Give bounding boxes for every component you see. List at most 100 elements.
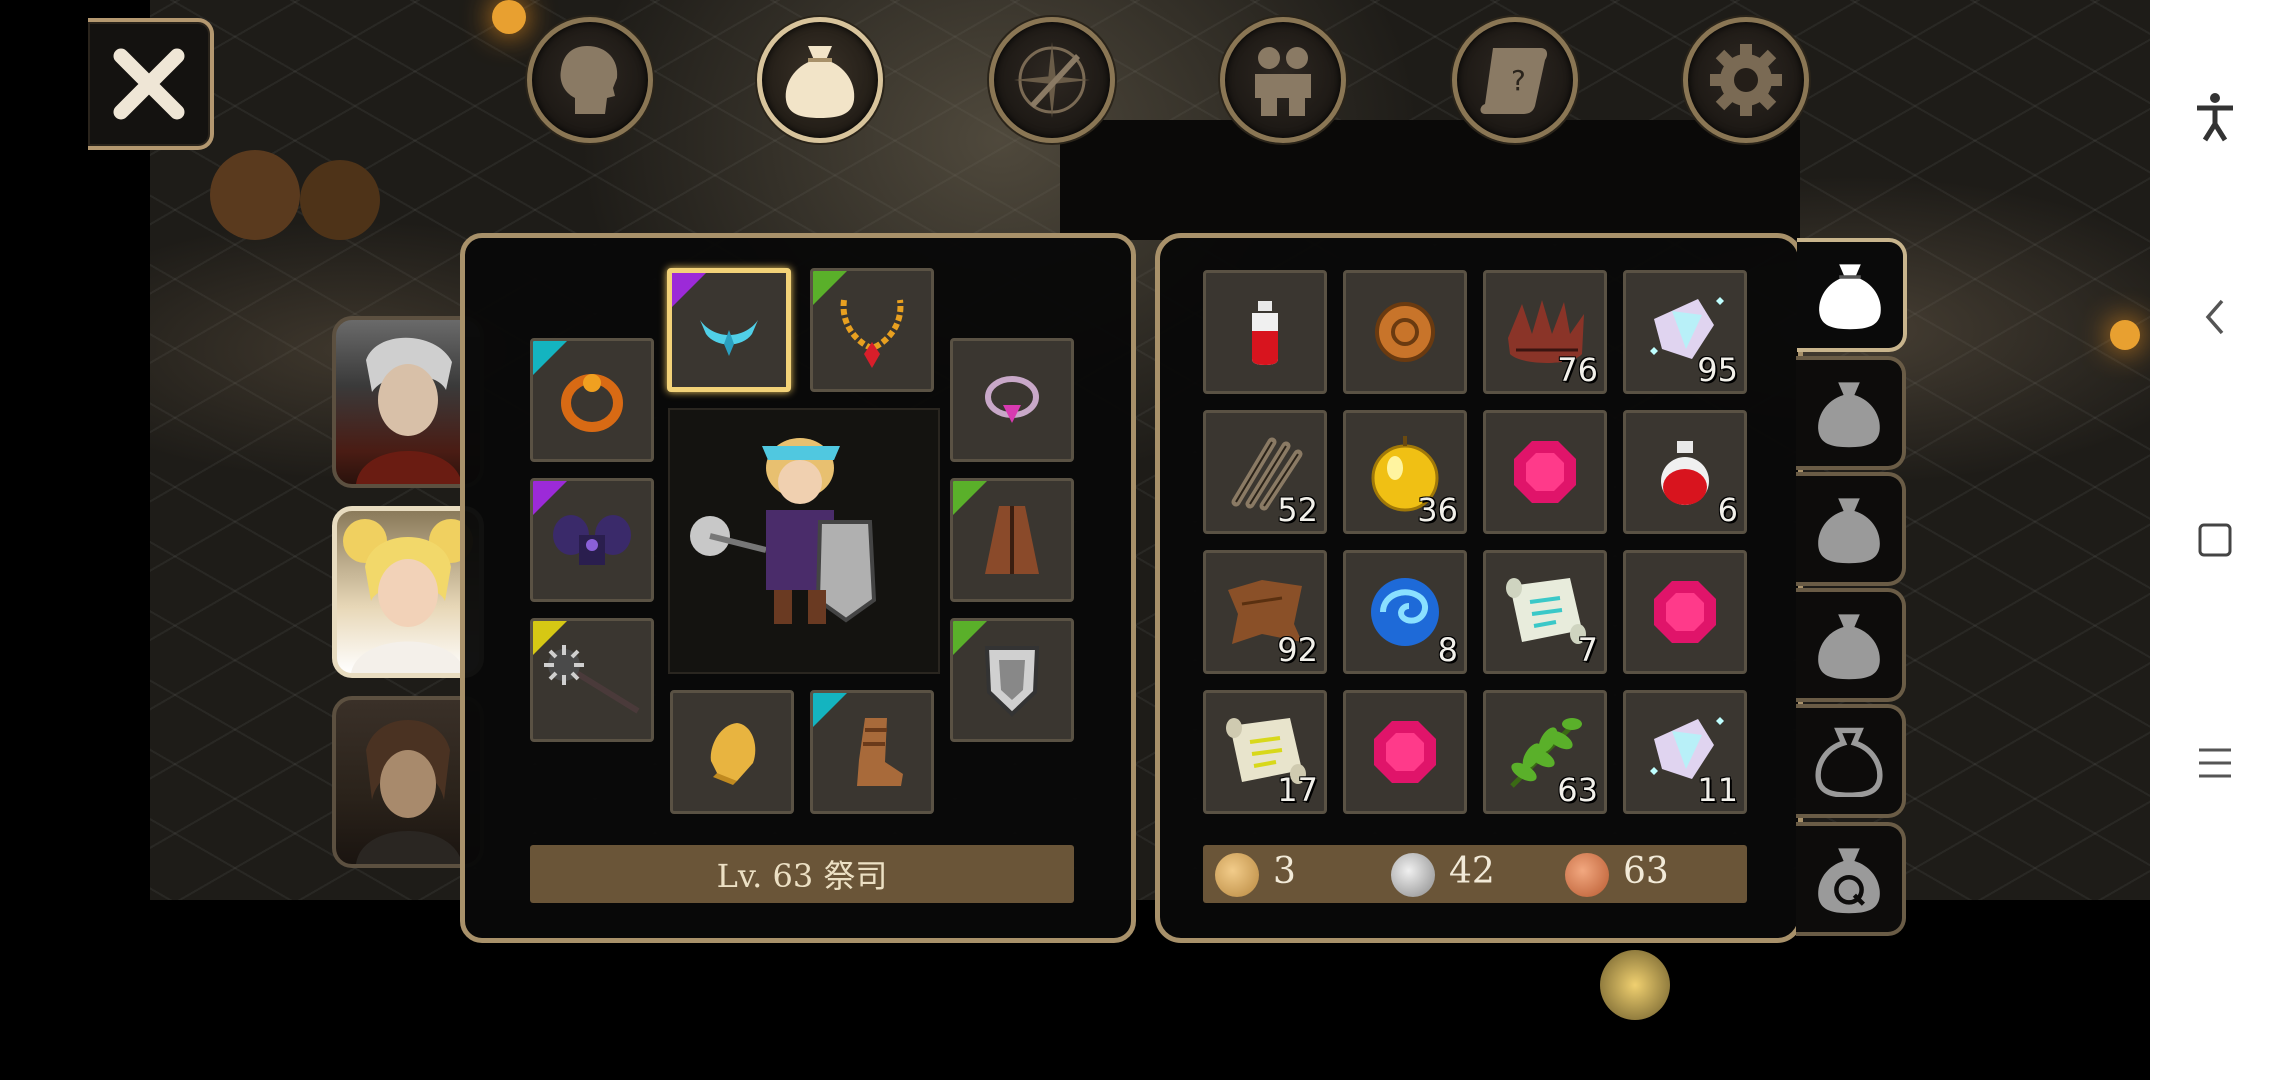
accessibility-icon[interactable] — [2180, 82, 2250, 152]
tier-marker-purple — [533, 481, 567, 515]
tier-marker-green — [953, 621, 987, 655]
boots-icon — [857, 718, 903, 786]
bag-tab-5[interactable] — [1796, 704, 1906, 818]
people-icon — [1255, 47, 1311, 116]
equip-slot-shield[interactable] — [950, 618, 1074, 742]
inventory-slot[interactable]: 36 — [1343, 410, 1467, 534]
item-quantity: 63 — [1557, 771, 1598, 809]
equip-slot-mace[interactable] — [530, 618, 654, 742]
bag-tab-1[interactable] — [1797, 238, 1907, 352]
inventory-slot[interactable]: 63 — [1483, 690, 1607, 814]
scene-shadow — [1060, 120, 1800, 240]
inventory-slot[interactable]: 8 — [1343, 550, 1467, 674]
item-quantity: 11 — [1697, 771, 1738, 809]
item-quantity: 6 — [1717, 491, 1738, 529]
equip-slot-necklace[interactable] — [810, 268, 934, 392]
equip-slot-cloak[interactable] — [950, 478, 1074, 602]
inventory-slot[interactable]: 11 — [1623, 690, 1747, 814]
recents-menu-icon[interactable] — [2180, 728, 2250, 798]
bag-icon — [785, 46, 855, 118]
equip-slot-shoulder-armor[interactable] — [530, 478, 654, 602]
inventory-slot[interactable]: 76 — [1483, 270, 1607, 394]
quest-bag-icon — [1818, 848, 1880, 914]
inventory-slot[interactable] — [1343, 270, 1467, 394]
character-level-label: Lv. 63 祭司 — [530, 845, 1074, 903]
bag-tab-quest[interactable] — [1796, 822, 1906, 936]
bag-icon — [1818, 498, 1880, 564]
bag-outline-icon — [1815, 727, 1883, 797]
inventory-slot[interactable] — [1203, 270, 1327, 394]
tiara-icon — [700, 320, 758, 356]
tab-party[interactable] — [1220, 17, 1346, 143]
barrel-icon — [300, 160, 380, 240]
pink-gem-icon — [1514, 441, 1576, 503]
inventory-slot[interactable] — [1623, 550, 1747, 674]
item-quantity: 8 — [1437, 631, 1458, 669]
compass-sword-icon — [1014, 42, 1090, 118]
equip-slot-bracelet[interactable] — [530, 338, 654, 462]
inventory-slot[interactable]: 52 — [1203, 410, 1327, 534]
tier-marker-yellow — [533, 621, 567, 655]
priestess-portrait-icon — [343, 519, 473, 673]
bronze-coin-icon — [1375, 302, 1435, 362]
item-quantity: 17 — [1277, 771, 1318, 809]
bag-tab-3[interactable] — [1796, 472, 1906, 586]
inventory-slot[interactable]: 6 — [1623, 410, 1747, 534]
bag-tab-2[interactable] — [1796, 356, 1906, 470]
item-quantity: 76 — [1557, 351, 1598, 389]
equip-slot-ring[interactable] — [950, 338, 1074, 462]
bracelet-icon — [561, 374, 623, 432]
ring-icon — [985, 376, 1039, 423]
pink-gem-icon — [1374, 721, 1436, 783]
bag-icon — [1819, 264, 1881, 330]
tier-marker-cyan — [533, 341, 567, 375]
tab-character[interactable] — [527, 17, 653, 143]
red-potion-large-icon — [1661, 441, 1709, 505]
warrior-portrait-icon — [356, 337, 462, 484]
tab-settings[interactable] — [1683, 17, 1809, 143]
bag-icon — [1818, 614, 1880, 680]
close-button[interactable] — [88, 18, 214, 150]
gold-coin-icon — [1215, 853, 1259, 897]
tab-skills[interactable] — [989, 17, 1115, 143]
scroll-icon: ? — [1480, 48, 1548, 114]
head-icon — [560, 46, 618, 114]
svg-text:?: ? — [1511, 64, 1526, 97]
currency-bar: 3 42 63 — [1203, 845, 1747, 903]
inventory-slot[interactable]: 95 — [1623, 270, 1747, 394]
mace-icon — [544, 645, 640, 714]
character-preview — [668, 408, 940, 674]
tab-quests[interactable]: ? — [1452, 17, 1578, 143]
silver-amount: 42 — [1449, 851, 1495, 892]
tab-inventory[interactable] — [757, 17, 883, 143]
cloak-icon — [985, 506, 1039, 574]
torch-icon — [492, 0, 526, 34]
gear-icon — [1710, 44, 1782, 116]
gloves-icon — [710, 723, 756, 785]
home-icon[interactable] — [2180, 505, 2250, 575]
equip-slot-tiara[interactable] — [667, 268, 791, 392]
inventory-slot[interactable] — [1343, 690, 1467, 814]
barrel-icon — [210, 150, 300, 240]
blue-swirl-icon — [1371, 578, 1439, 646]
tier-marker-green — [953, 481, 987, 515]
tier-marker-cyan — [813, 693, 847, 727]
bag-tab-4[interactable] — [1796, 588, 1906, 702]
silver-coin-icon — [1391, 853, 1435, 897]
rogue-portrait-icon — [356, 720, 462, 864]
inventory-slot[interactable]: 17 — [1203, 690, 1327, 814]
tier-marker-green — [813, 271, 847, 305]
close-x-icon — [113, 48, 185, 120]
inventory-slot[interactable]: 92 — [1203, 550, 1327, 674]
equip-slot-gloves[interactable] — [670, 690, 794, 814]
item-quantity: 36 — [1417, 491, 1458, 529]
priestess-sprite-icon — [690, 438, 877, 624]
inventory-slot[interactable]: 7 — [1483, 550, 1607, 674]
item-quantity: 95 — [1697, 351, 1738, 389]
equip-slot-boots[interactable] — [810, 690, 934, 814]
shoulder-armor-icon — [553, 515, 631, 565]
inventory-slot[interactable] — [1483, 410, 1607, 534]
shield-icon — [984, 646, 1040, 717]
bag-icon — [1818, 382, 1880, 448]
back-icon[interactable] — [2180, 282, 2250, 352]
